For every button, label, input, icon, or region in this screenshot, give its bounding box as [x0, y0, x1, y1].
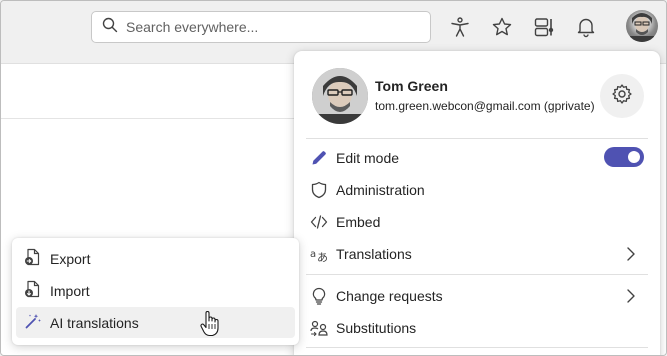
shield-icon	[310, 181, 328, 199]
submenu-item-label: Export	[50, 250, 91, 267]
accessibility-icon[interactable]	[448, 15, 472, 39]
magic-wand-icon	[24, 312, 42, 333]
edit-mode-toggle[interactable]	[604, 147, 644, 167]
divider	[306, 138, 648, 139]
app-window: Tom Green tom.green.webcon@gmail.com (gp…	[0, 0, 667, 356]
profile-avatar	[312, 68, 368, 124]
document-import-icon	[24, 280, 42, 301]
pencil-icon	[310, 149, 328, 167]
top-bar	[1, 1, 666, 53]
menu-item-translations[interactable]: aあ Translations	[302, 239, 652, 269]
menu-item-label: Substitutions	[336, 320, 417, 336]
profile-email: tom.green.webcon@gmail.com (gprivate)	[375, 99, 595, 113]
lightbulb-icon	[310, 287, 328, 305]
menu-item-label: Administration	[336, 182, 425, 198]
gear-icon	[611, 83, 633, 110]
dashboard-icon[interactable]	[532, 15, 556, 39]
hand-cursor-icon	[200, 310, 220, 337]
profile-menu: Tom Green tom.green.webcon@gmail.com (gp…	[294, 51, 660, 355]
divider	[306, 347, 648, 348]
settings-button[interactable]	[600, 74, 644, 118]
avatar[interactable]	[626, 10, 658, 42]
code-icon	[310, 213, 328, 231]
search-icon	[102, 17, 118, 38]
document-export-icon	[24, 248, 42, 269]
search-box[interactable]	[91, 11, 431, 43]
translate-icon: aあ	[310, 245, 328, 263]
translations-submenu: Export Import AI translations	[12, 238, 299, 345]
star-icon[interactable]	[490, 15, 514, 39]
menu-item-substitutions[interactable]: Substitutions	[302, 313, 652, 343]
menu-item-embed[interactable]: Embed	[302, 207, 652, 237]
svg-text:a: a	[310, 249, 316, 260]
menu-item-edit-mode[interactable]: Edit mode	[302, 143, 652, 173]
bell-icon[interactable]	[574, 15, 598, 39]
submenu-item-export[interactable]: Export	[16, 243, 295, 274]
submenu-item-label: Import	[50, 282, 90, 299]
chevron-right-icon	[624, 246, 638, 265]
menu-item-label: Translations	[336, 246, 412, 262]
menu-item-label: Embed	[336, 214, 381, 230]
svg-text:あ: あ	[317, 251, 328, 263]
menu-item-label: Change requests	[336, 288, 443, 304]
submenu-item-import[interactable]: Import	[16, 275, 295, 306]
people-swap-icon	[310, 319, 328, 337]
menu-item-change-requests[interactable]: Change requests	[302, 281, 652, 311]
profile-name: Tom Green	[375, 78, 448, 94]
content-header-strip	[1, 64, 301, 119]
submenu-item-label: AI translations	[50, 314, 139, 331]
menu-item-label: Edit mode	[336, 150, 400, 166]
menu-item-administration[interactable]: Administration	[302, 175, 652, 205]
submenu-item-ai-translations[interactable]: AI translations	[16, 307, 295, 338]
search-input[interactable]	[126, 19, 406, 35]
toggle-knob	[628, 151, 640, 163]
divider	[306, 274, 648, 275]
chevron-right-icon	[624, 288, 638, 307]
